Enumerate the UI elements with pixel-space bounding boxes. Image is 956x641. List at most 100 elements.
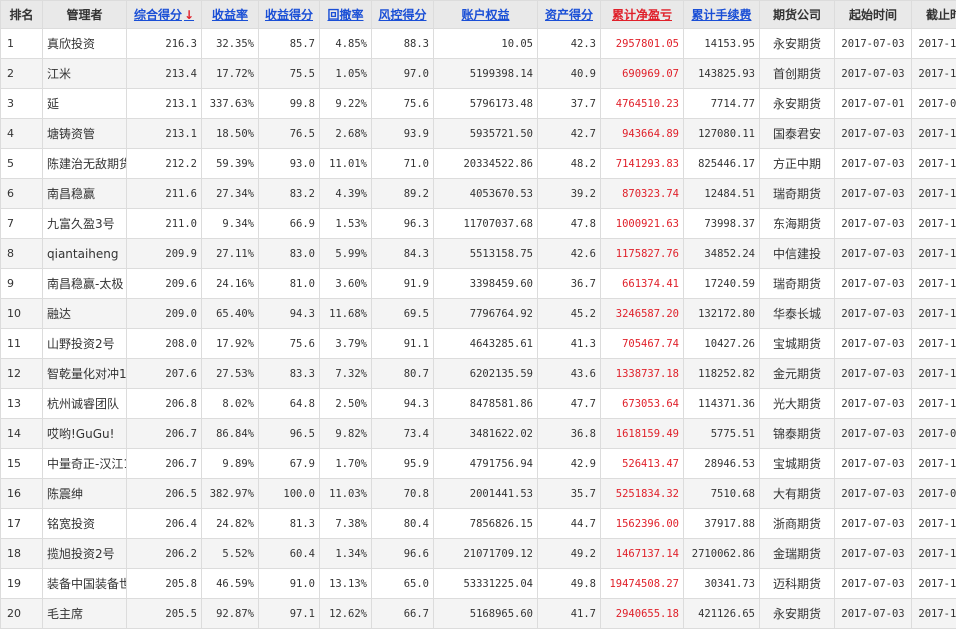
- manager-cell[interactable]: 揽旭投资2号: [42, 538, 127, 569]
- manager-cell[interactable]: 南昌稳赢-太极: [42, 268, 127, 299]
- table-row[interactable]: 4 塘铸资管 213.1 18.50% 76.5 2.68% 93.9 5935721.50 4…: [0, 118, 956, 149]
- drawdown-cell: 4.85%: [319, 28, 372, 59]
- total-score-cell: 213.4: [126, 58, 202, 89]
- table-row[interactable]: 6 南昌稳赢 211.6 27.34% 83.2 4.39% 89.2 4053670.53 3…: [0, 178, 956, 209]
- header-equity[interactable]: 账户权益: [433, 0, 538, 29]
- ranking-table: 排名 管理者 综合得分 ↓ 收益率 收益得分 回撤率 风控得分 账户权益 资产得分…: [0, 0, 956, 629]
- start-date-cell: 2017-07-03: [834, 118, 912, 149]
- manager-cell[interactable]: 哎哟!GuGu!: [42, 418, 127, 449]
- equity-cell: 5199398.14: [433, 58, 538, 89]
- table-row[interactable]: 3 延 213.1 337.63% 99.8 9.22% 75.6 5796173.48 37.…: [0, 88, 956, 119]
- end-date-cell: 2017-10-30: [911, 58, 956, 89]
- total-score-cell: 206.8: [126, 388, 202, 419]
- risk-score-cell: 66.7: [371, 598, 434, 629]
- end-date-cell: 2017-10-30: [911, 208, 956, 239]
- total-score-cell: 206.7: [126, 448, 202, 479]
- drawdown-cell: 1.34%: [319, 538, 372, 569]
- header-manager: 管理者: [42, 0, 127, 29]
- return-score-cell: 64.8: [258, 388, 320, 419]
- manager-cell[interactable]: 杭州诚睿团队: [42, 388, 127, 419]
- equity-cell: 5796173.48: [433, 88, 538, 119]
- table-row[interactable]: 11 山野投资2号 208.0 17.92% 75.6 3.79% 91.1 4643285.…: [0, 328, 956, 359]
- manager-cell[interactable]: 装备中国装备世界: [42, 568, 127, 599]
- table-row[interactable]: 13 杭州诚睿团队 206.8 8.02% 64.8 2.50% 94.3 8478581.8…: [0, 388, 956, 419]
- net-profit-cell: 690969.07: [600, 58, 684, 89]
- table-row[interactable]: 20 毛主席 205.5 92.87% 97.1 12.62% 66.7 5168965.60…: [0, 598, 956, 629]
- net-profit-cell: 1618159.49: [600, 418, 684, 449]
- fees-cell: 7510.68: [683, 478, 760, 509]
- risk-score-cell: 70.8: [371, 478, 434, 509]
- net-profit-cell: 1175827.76: [600, 238, 684, 269]
- manager-cell[interactable]: 九富久盈3号: [42, 208, 127, 239]
- return-rate-cell: 17.72%: [201, 58, 259, 89]
- risk-score-cell: 91.9: [371, 268, 434, 299]
- rank-cell: 13: [0, 388, 43, 419]
- equity-cell: 3398459.60: [433, 268, 538, 299]
- total-score-cell: 205.8: [126, 568, 202, 599]
- manager-cell[interactable]: 真欣投资: [42, 28, 127, 59]
- fees-cell: 132172.80: [683, 298, 760, 329]
- equity-cell: 6202135.59: [433, 358, 538, 389]
- return-score-cell: 76.5: [258, 118, 320, 149]
- return-score-cell: 81.0: [258, 268, 320, 299]
- manager-cell[interactable]: 融达: [42, 298, 127, 329]
- table-row[interactable]: 17 铭宽投资 206.4 24.82% 81.3 7.38% 80.4 7856826.15…: [0, 508, 956, 539]
- end-date-cell: 2017-09-22: [911, 418, 956, 449]
- manager-cell[interactable]: 江米: [42, 58, 127, 89]
- return-rate-cell: 5.52%: [201, 538, 259, 569]
- header-net-profit[interactable]: 累计净盈亏: [600, 0, 684, 29]
- header-fees[interactable]: 累计手续费: [683, 0, 760, 29]
- table-row[interactable]: 5 陈建治无敌期货 212.2 59.39% 93.0 11.01% 71.0 2033452…: [0, 148, 956, 179]
- header-return-rate[interactable]: 收益率: [201, 0, 259, 29]
- table-row[interactable]: 12智乾量化对冲1号207.627.53%83.37.32%80.7620213…: [0, 358, 956, 389]
- manager-cell[interactable]: 铭宽投资: [42, 508, 127, 539]
- header-return-score[interactable]: 收益得分: [258, 0, 320, 29]
- table-row[interactable]: 19装备中国装备世界205.846.59%91.013.13%65.053331…: [0, 568, 956, 599]
- total-score-cell: 211.0: [126, 208, 202, 239]
- table-row[interactable]: 2 江米 213.4 17.72% 75.5 1.05% 97.0 5199398.14 40.…: [0, 58, 956, 89]
- header-asset-score[interactable]: 资产得分: [537, 0, 601, 29]
- table-row[interactable]: 1 真欣投资 216.3 32.35% 85.7 4.85% 88.3 10.05 42.3 29…: [0, 28, 956, 59]
- asset-score-cell: 47.7: [537, 388, 601, 419]
- table-row[interactable]: 14 哎哟!GuGu! 206.7 86.84% 96.5 9.82% 73.4 348162…: [0, 418, 956, 449]
- manager-cell[interactable]: 中量奇正-汉江1号: [42, 448, 127, 479]
- header-drawdown[interactable]: 回撤率: [319, 0, 372, 29]
- fees-cell: 17240.59: [683, 268, 760, 299]
- start-date-cell: 2017-07-03: [834, 148, 912, 179]
- company-cell: 金元期货: [759, 358, 835, 389]
- return-score-cell: 83.2: [258, 178, 320, 209]
- risk-score-cell: 69.5: [371, 298, 434, 329]
- table-row[interactable]: 15中量奇正-汉江1号206.79.89%67.91.70%95.9479175…: [0, 448, 956, 479]
- manager-cell[interactable]: 山野投资2号: [42, 328, 127, 359]
- manager-cell[interactable]: 陈震绅: [42, 478, 127, 509]
- table-row[interactable]: 7 九富久盈3号 211.0 9.34% 66.9 1.53% 96.3 11707037.6…: [0, 208, 956, 239]
- company-cell: 金瑞期货: [759, 538, 835, 569]
- table-row[interactable]: 16 陈震绅 206.5 382.97% 100.0 11.03% 70.8 2001441.…: [0, 478, 956, 509]
- equity-cell: 7856826.15: [433, 508, 538, 539]
- manager-cell[interactable]: 智乾量化对冲1号: [42, 358, 127, 389]
- net-profit-cell: 19474508.27: [600, 568, 684, 599]
- manager-cell[interactable]: 毛主席: [42, 598, 127, 629]
- table-row[interactable]: 10 融达 209.0 65.40% 94.3 11.68% 69.5 7796764.92 4…: [0, 298, 956, 329]
- rank-cell: 6: [0, 178, 43, 209]
- table-row[interactable]: 9 南昌稳赢-太极 209.6 24.16% 81.0 3.60% 91.9 3398459.…: [0, 268, 956, 299]
- manager-cell[interactable]: qiantaiheng: [42, 238, 127, 269]
- return-score-cell: 66.9: [258, 208, 320, 239]
- manager-cell[interactable]: 南昌稳赢: [42, 178, 127, 209]
- company-cell: 光大期货: [759, 388, 835, 419]
- manager-cell[interactable]: 陈建治无敌期货: [42, 148, 127, 179]
- drawdown-cell: 7.32%: [319, 358, 372, 389]
- manager-cell[interactable]: 延: [42, 88, 127, 119]
- return-score-cell: 91.0: [258, 568, 320, 599]
- table-row[interactable]: 8 qiantaiheng 209.9 27.11% 83.0 5.99% 84.3 5513…: [0, 238, 956, 269]
- asset-score-cell: 47.8: [537, 208, 601, 239]
- header-risk-score[interactable]: 风控得分: [371, 0, 434, 29]
- return-rate-cell: 24.82%: [201, 508, 259, 539]
- rank-cell: 20: [0, 598, 43, 629]
- risk-score-cell: 75.6: [371, 88, 434, 119]
- manager-cell[interactable]: 塘铸资管: [42, 118, 127, 149]
- header-total-score[interactable]: 综合得分 ↓: [126, 0, 202, 29]
- total-score-cell: 213.1: [126, 88, 202, 119]
- table-body: 1 真欣投资 216.3 32.35% 85.7 4.85% 88.3 10.05 42.3 29…: [0, 28, 956, 629]
- table-row[interactable]: 18 揽旭投资2号 206.2 5.52% 60.4 1.34% 96.6 21071709.…: [0, 538, 956, 569]
